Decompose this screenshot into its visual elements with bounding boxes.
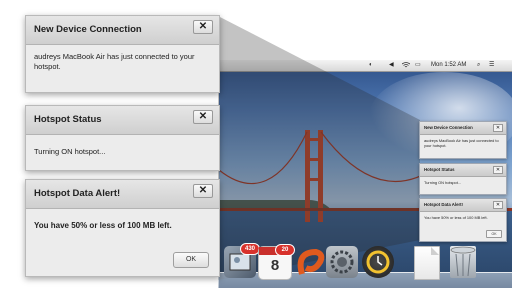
notification-badge: 20 [275,244,295,256]
mini-popup-titlebar: Hotspot Data Alert! ✕ [420,199,506,212]
dock-item-calendar[interactable]: 8 20 [258,244,295,280]
mini-close-button[interactable]: ✕ [493,201,503,209]
mini-popup-message: You have 50% or less of 100 MB left. [424,215,488,220]
notification-badge: 430 [240,243,260,255]
dock-item-time-machine[interactable] [362,246,394,278]
gear-icon [330,250,354,274]
popup-title: Hotspot Status [34,114,102,125]
dock-item-media[interactable] [294,246,326,278]
dock-item-photos[interactable]: 430 [224,243,260,278]
mini-popup-title: Hotspot Status [424,167,455,172]
close-button[interactable]: ✕ [193,20,213,34]
popup-titlebar: Hotspot Status ✕ [26,106,219,135]
clock-icon [366,250,390,274]
popup-new-device-connection: New Device Connection ✕ audreys MacBook … [25,15,220,93]
dock-item-document[interactable] [414,246,440,280]
mini-popup-connection: New Device Connection ✕ audreys MacBook … [419,121,507,159]
popup-title: New Device Connection [34,24,142,35]
calendar-date: 8 [270,257,280,274]
popup-message: audreys MacBook Air has just connected t… [34,52,195,71]
mini-close-button[interactable]: ✕ [493,124,503,132]
dock: 430 8 20 [218,242,512,288]
popup-titlebar: New Device Connection ✕ [26,16,219,45]
popup-message: Turning ON hotspot... [34,147,106,156]
media-icon [297,248,325,275]
mini-ok-button[interactable]: OK [486,230,502,238]
popup-hotspot-status: Hotspot Status ✕ Turning ON hotspot... [25,105,220,171]
popup-message: You have 50% or less of 100 MB left. [34,221,172,230]
ok-button[interactable]: OK [173,252,209,268]
mini-popup-alert: Hotspot Data Alert! ✕ You have 50% or le… [419,198,507,242]
popup-titlebar: Hotspot Data Alert! ✕ [26,180,219,209]
mini-popup-titlebar: Hotspot Status ✕ [420,164,506,177]
close-button[interactable]: ✕ [193,110,213,124]
trash-icon [450,246,476,277]
mini-close-button[interactable]: ✕ [493,166,503,174]
screenshot-scene: ◐ ◀ ▭ Mon 1:52 AM ⌕ ☰ New Device Connect… [0,0,512,288]
mini-popup-status: Hotspot Status ✕ Turning ON hotspot... [419,163,507,195]
mini-popup-message: audreys MacBook Air has just connected t… [424,138,499,148]
mini-popup-titlebar: New Device Connection ✕ [420,122,506,135]
mini-popup-title: Hotspot Data Alert! [424,202,463,207]
mini-popup-message: Turning ON hotspot... [424,180,462,185]
popup-title: Hotspot Data Alert! [34,188,121,199]
mini-popup-title: New Device Connection [424,125,473,130]
close-button[interactable]: ✕ [193,184,213,198]
document-icon [431,247,439,255]
dock-item-system-preferences[interactable] [326,246,358,278]
dock-item-trash[interactable] [450,246,476,278]
popup-hotspot-data-alert: Hotspot Data Alert! ✕ You have 50% or le… [25,179,220,277]
